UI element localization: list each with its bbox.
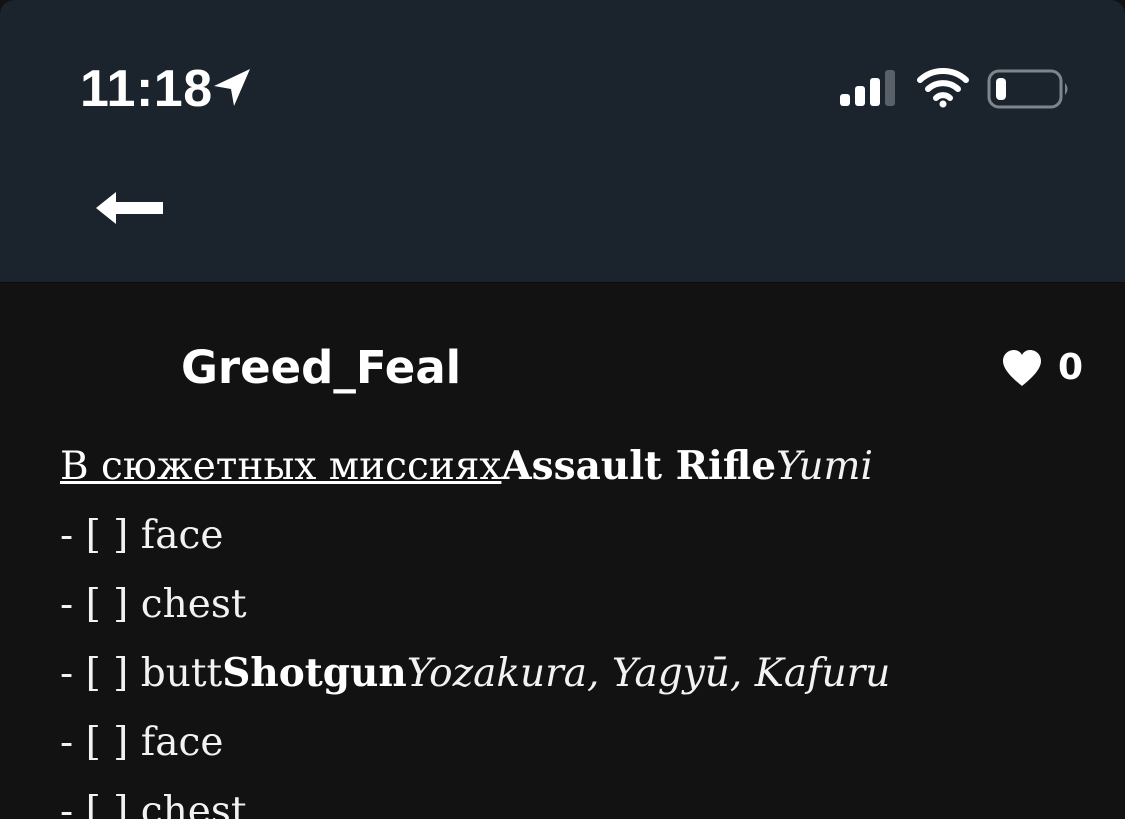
checklist-item: - [ ] face [60, 708, 1100, 777]
weapon-heading: Shotgun [222, 650, 407, 696]
character-names: Yumi [776, 444, 873, 489]
status-time: 11:18 [80, 60, 213, 118]
location-arrow-icon [214, 69, 250, 106]
checklist-text: - [ ] chest [60, 582, 247, 627]
wifi-icon [917, 68, 969, 108]
top-bar: 11:18 [0, 0, 1125, 282]
post-link[interactable]: В сюжетных миссиях [60, 444, 501, 489]
like-count: 0 [1058, 347, 1084, 388]
checklist-text: - [ ] face [60, 513, 224, 558]
arrow-left-icon [96, 192, 163, 224]
cellular-signal-icon [840, 70, 895, 106]
like-button[interactable]: 0 [1000, 342, 1083, 394]
post-line: В сюжетных миссияхAssault RifleYumi [60, 432, 1100, 501]
battery-low-icon [987, 69, 1068, 109]
header-divider [0, 282, 1125, 283]
heart-icon [1003, 350, 1041, 386]
weapon-heading: Assault Rifle [501, 443, 777, 489]
checklist-item: - [ ] chest [60, 570, 1100, 639]
checklist-text: - [ ] butt [60, 651, 223, 696]
post-author[interactable]: Greed_Feal [181, 338, 461, 398]
checklist-text: - [ ] face [60, 720, 224, 765]
checklist-item: - [ ] face [60, 501, 1100, 570]
checklist-text: - [ ] chest [60, 789, 247, 819]
post-body: В сюжетных миссияхAssault RifleYumi - [ … [60, 432, 1100, 819]
character-names: Yozakura, Yagyū, Kafuru [406, 651, 891, 696]
app-screen: 11:18 Greed_Feal 0 В сюжетных миссияхAss… [0, 0, 1125, 819]
checklist-item: - [ ] chest [60, 777, 1100, 819]
checklist-item: - [ ] buttShotgunYozakura, Yagyū, Kafuru [60, 639, 1100, 708]
back-button[interactable] [86, 180, 170, 236]
